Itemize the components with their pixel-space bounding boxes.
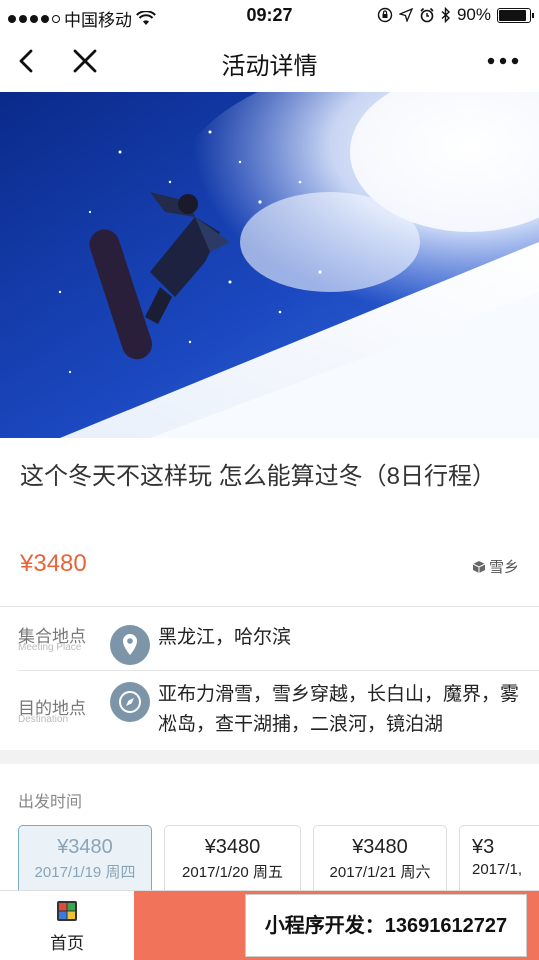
battery-icon	[497, 7, 534, 23]
activity-tag: 雪乡	[472, 556, 519, 577]
home-grid-icon	[57, 901, 77, 921]
home-tab-label: 首页	[50, 934, 84, 953]
divider	[0, 606, 539, 607]
home-tab[interactable]: 首页	[0, 891, 134, 960]
date-card-date: 2017/1/21 周六	[329, 864, 431, 881]
date-card-price: ¥3480	[352, 836, 408, 858]
compass-icon	[110, 682, 150, 722]
location-pin-icon	[110, 625, 150, 665]
status-right: 90%	[377, 5, 534, 25]
section-gap	[0, 750, 539, 764]
date-card-date: 2017/1/20 周五	[182, 864, 283, 881]
date-card-price: ¥3480	[57, 836, 113, 858]
activity-tag-label: 雪乡	[488, 559, 519, 576]
activity-price: ¥3480	[20, 550, 87, 577]
alarm-icon	[420, 7, 434, 23]
more-icon[interactable]	[485, 46, 521, 76]
watermark-banner: 小程序开发：13691612727	[245, 894, 527, 957]
location-arrow-icon	[398, 8, 413, 22]
departure-label: 出发时间	[18, 794, 83, 811]
date-card[interactable]: ¥3480 2017/1/20 周五	[164, 825, 301, 895]
date-card-date: 2017/1/19 周四	[34, 864, 136, 881]
activity-title: 这个冬天不这样玩 怎么能算过冬（8日行程）	[20, 463, 497, 490]
meeting-place-value: 黑龙江，哈尔滨	[158, 627, 292, 648]
meeting-place-sublabel: Meeting Place	[18, 642, 82, 653]
date-card-price: ¥3	[472, 836, 495, 858]
bluetooth-icon	[441, 7, 450, 23]
destination-value: 亚布力滑雪，雪乡穿越，长白山，魔界，雾凇岛，查干湖捕，二浪河，镜泊湖	[158, 684, 520, 735]
cube-icon	[472, 560, 486, 573]
divider	[18, 670, 539, 671]
orientation-lock-icon	[377, 7, 393, 23]
hero-image	[0, 92, 539, 438]
destination-sublabel: Destination	[18, 714, 69, 725]
nav-bar: 活动详情	[0, 32, 539, 92]
date-card[interactable]: ¥3 2017/1,	[459, 825, 539, 895]
date-card[interactable]: ¥3480 2017/1/21 周六	[313, 825, 447, 895]
date-card[interactable]: ¥3480 2017/1/19 周四	[18, 825, 152, 895]
date-card-date: 2017/1,	[472, 861, 523, 878]
battery-percent: 90%	[456, 5, 491, 24]
status-bar: 中国移动 09:27 90%	[0, 0, 539, 32]
date-card-price: ¥3480	[204, 836, 261, 858]
page-title: 活动详情	[221, 53, 318, 80]
